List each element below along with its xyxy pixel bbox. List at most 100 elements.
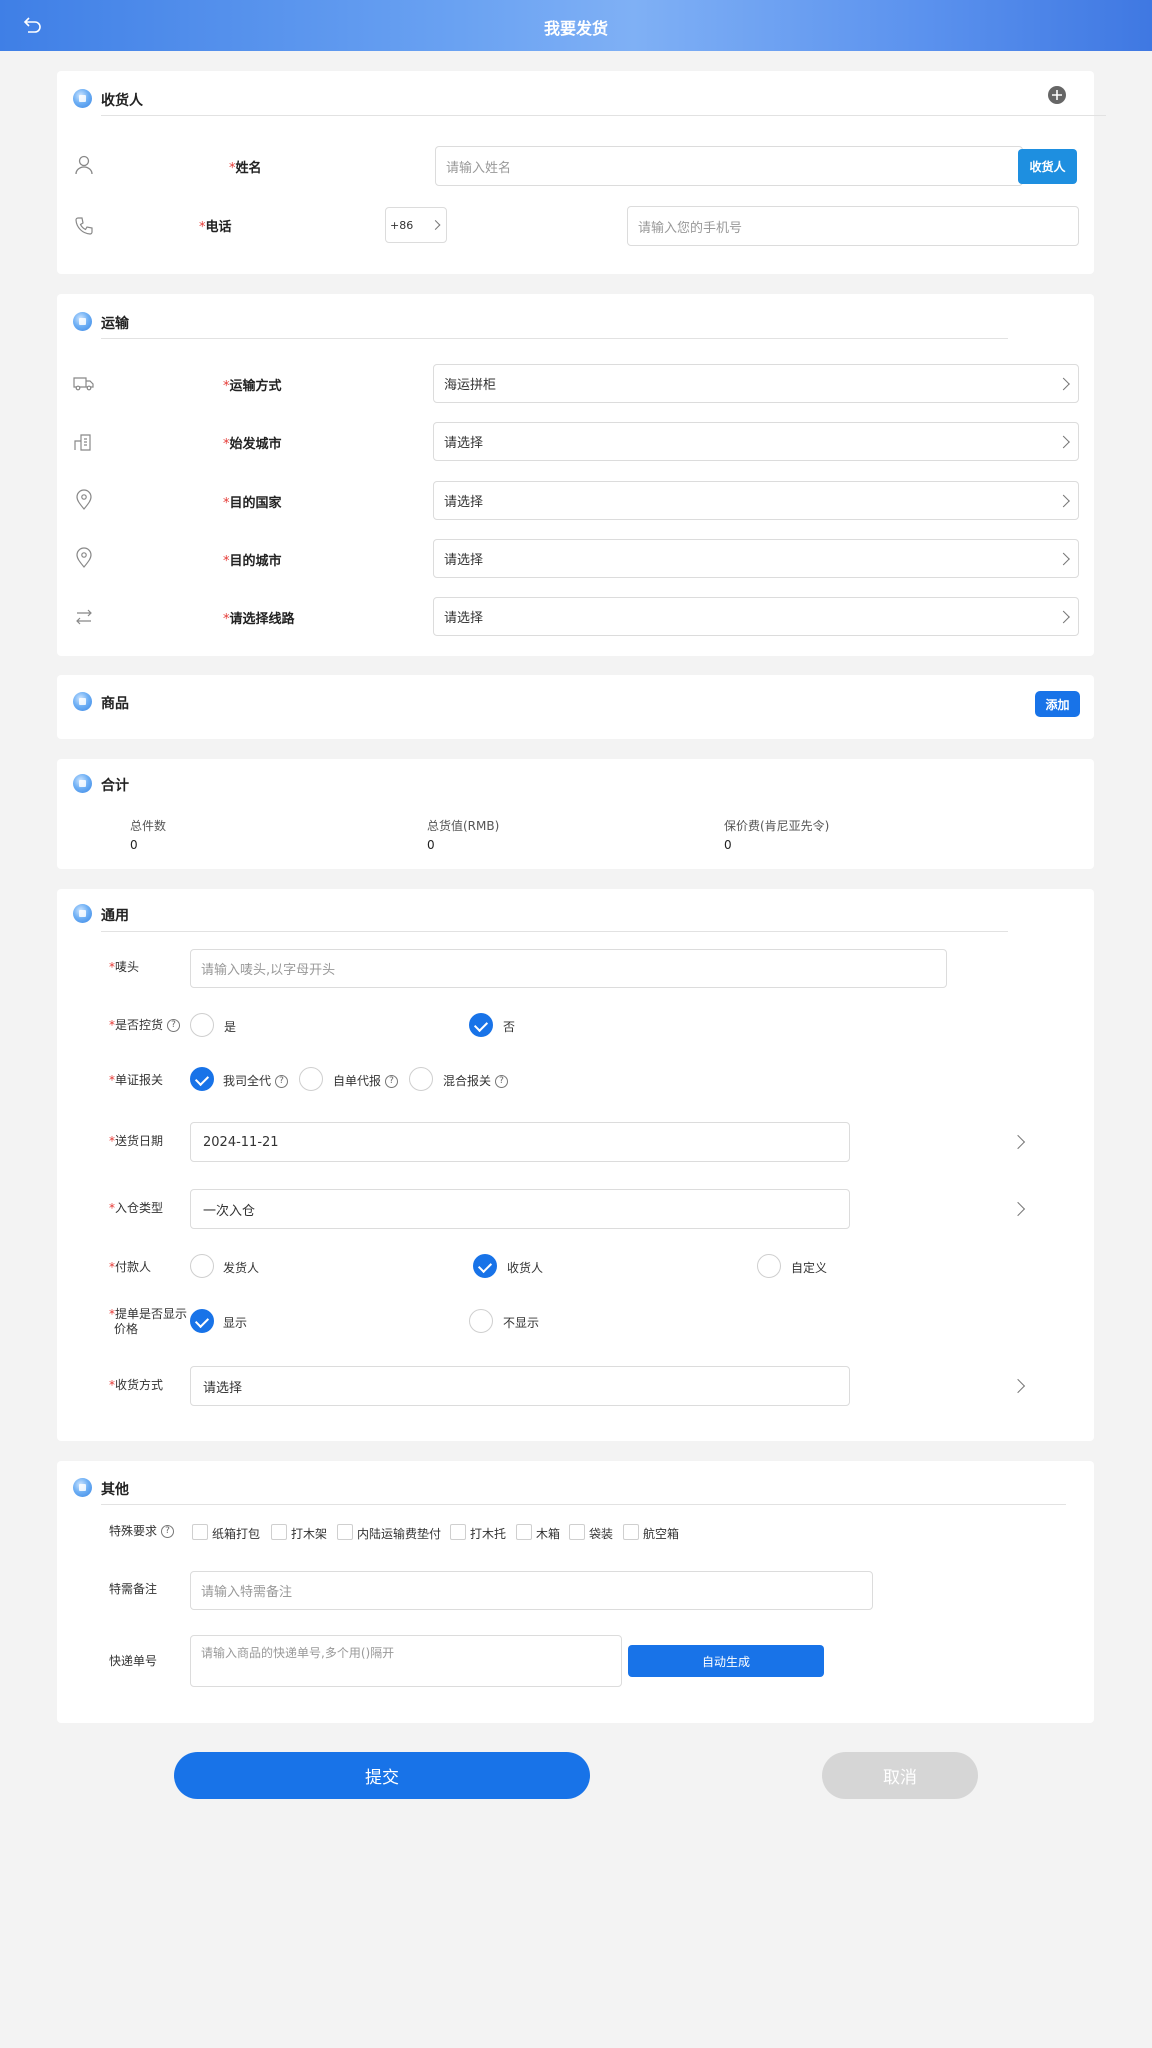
collect-no-label: 否: [503, 1020, 516, 1034]
help-icon[interactable]: ?: [161, 1525, 175, 1538]
receive-method-input[interactable]: 请选择: [190, 1366, 850, 1406]
goods-section-icon: [73, 692, 92, 711]
mark-label: *唛头: [109, 960, 140, 974]
transport-method-select[interactable]: 海运拼柜: [433, 364, 1079, 403]
add-circle-icon[interactable]: [1047, 85, 1067, 105]
help-icon[interactable]: ?: [275, 1075, 289, 1088]
total-value-value: 0: [427, 838, 435, 852]
phone-label: *电话: [199, 220, 232, 235]
tracking-label: 快递单号: [109, 1654, 158, 1668]
dest-country-select[interactable]: 请选择: [433, 481, 1079, 520]
special-option-checkbox[interactable]: [192, 1524, 208, 1540]
payer-shipper-label: 发货人: [223, 1261, 260, 1275]
remark-label: 特需备注: [109, 1582, 158, 1596]
general-section-icon: [73, 904, 92, 923]
general-section-title: 通用: [101, 908, 129, 924]
transport-label: *运输方式: [223, 379, 282, 394]
special-option-label: 内陆运输费垫付: [357, 1527, 442, 1541]
show-price-yes-radio[interactable]: [190, 1309, 214, 1333]
total-count-value: 0: [130, 838, 138, 852]
special-option-checkbox[interactable]: [337, 1524, 353, 1540]
location-pin-icon: [76, 547, 92, 568]
collect-no-radio[interactable]: [469, 1013, 493, 1037]
add-goods-button[interactable]: 添加: [1035, 691, 1080, 717]
payer-custom-label: 自定义: [791, 1261, 828, 1275]
special-option-label: 航空箱: [643, 1527, 680, 1541]
delivery-date-input[interactable]: 2024-11-21: [190, 1122, 850, 1162]
goods-card: 商品 添加: [57, 675, 1094, 739]
total-card: 合计 总件数 0 总货值(RMB) 0 保价费(肯尼亚先令) 0: [57, 759, 1094, 869]
chevron-right-icon: [1057, 610, 1070, 623]
general-card: 通用 *唛头 请输入唛头,以字母开头 *是否控货? 是 否 *单证报关 我司全代…: [57, 889, 1094, 1441]
help-icon[interactable]: ?: [495, 1075, 509, 1088]
transport-card: 运输 *运输方式 海运拼柜 *始发城市 请选择 *目的国家 请选择 *目的城市 …: [57, 294, 1094, 656]
dest-city-value: 请选择: [444, 553, 484, 568]
dest-country-value: 请选择: [444, 495, 484, 510]
payer-shipper-radio[interactable]: [190, 1254, 214, 1278]
customs-opt1-label: 我司全代?: [223, 1072, 289, 1089]
chevron-right-icon: [1057, 552, 1070, 565]
transport-method-value: 海运拼柜: [444, 378, 497, 393]
country-code-select[interactable]: +86: [385, 207, 447, 243]
building-icon: [74, 434, 91, 451]
special-option-label: 打木托: [470, 1527, 507, 1541]
special-option-label: 木箱: [536, 1527, 561, 1541]
special-option-checkbox[interactable]: [516, 1524, 532, 1540]
show-price-no-radio[interactable]: [469, 1309, 493, 1333]
special-label: 特殊要求?: [109, 1524, 175, 1539]
chevron-right-icon: [1057, 377, 1070, 390]
dest-country-label: *目的国家: [223, 496, 282, 511]
special-option-checkbox[interactable]: [623, 1524, 639, 1540]
auto-generate-button[interactable]: 自动生成: [628, 1645, 824, 1677]
special-option-checkbox[interactable]: [271, 1524, 287, 1540]
show-price-label: *提单是否显示 价格: [109, 1307, 188, 1336]
customs-opt2-label: 自单代报?: [333, 1072, 399, 1089]
total-count-label: 总件数: [130, 819, 167, 833]
chevron-right-icon: [1057, 494, 1070, 507]
name-input[interactable]: 请输入姓名: [435, 146, 1023, 186]
customs-opt3-radio[interactable]: [409, 1067, 433, 1091]
tracking-input[interactable]: 请输入商品的快递单号,多个用()隔开: [190, 1635, 622, 1687]
pick-consignee-button[interactable]: 收货人: [1018, 149, 1077, 184]
customs-label: *单证报关: [109, 1073, 164, 1087]
truck-icon: [73, 377, 94, 391]
consignee-section-title: 收货人: [101, 93, 143, 109]
remark-input[interactable]: 请输入特需备注: [190, 1571, 873, 1610]
collect-label: *是否控货?: [109, 1018, 181, 1033]
phone-input[interactable]: 请输入您的手机号: [627, 206, 1079, 246]
customs-opt1-radio[interactable]: [190, 1067, 214, 1091]
transport-section-title: 运输: [101, 316, 129, 332]
insurance-fee-label: 保价费(肯尼亚先令): [724, 819, 830, 833]
cancel-button[interactable]: 取消: [822, 1752, 978, 1799]
chevron-right-icon[interactable]: [1010, 1378, 1026, 1394]
receive-method-label: *收货方式: [109, 1378, 164, 1392]
insurance-fee-value: 0: [724, 838, 732, 852]
chevron-right-icon: [1057, 435, 1070, 448]
customs-opt3-label: 混合报关?: [443, 1072, 509, 1089]
origin-city-label: *始发城市: [223, 437, 282, 452]
special-option-label: 纸箱打包: [212, 1527, 261, 1541]
total-section-icon: [73, 774, 92, 793]
submit-button[interactable]: 提交: [174, 1752, 590, 1799]
special-option-checkbox[interactable]: [569, 1524, 585, 1540]
warehouse-type-input[interactable]: 一次入仓: [190, 1189, 850, 1229]
origin-city-select[interactable]: 请选择: [433, 422, 1079, 461]
payer-custom-radio[interactable]: [757, 1254, 781, 1278]
route-select[interactable]: 请选择: [433, 597, 1079, 636]
help-icon[interactable]: ?: [385, 1075, 399, 1088]
customs-opt2-radio[interactable]: [299, 1067, 323, 1091]
consignee-card: 收货人 *姓名 请输入姓名 收货人 *电话 +86 请输入您的手机号: [57, 71, 1106, 274]
payer-consignee-radio[interactable]: [473, 1254, 497, 1278]
help-icon[interactable]: ?: [167, 1019, 181, 1032]
collect-yes-radio[interactable]: [190, 1013, 214, 1037]
section-divider: [101, 931, 1008, 932]
chevron-right-icon[interactable]: [1010, 1201, 1026, 1217]
special-option-checkbox[interactable]: [450, 1524, 466, 1540]
mark-input[interactable]: 请输入唛头,以字母开头: [190, 949, 947, 988]
country-code-value: +86: [390, 218, 414, 232]
chevron-right-icon[interactable]: [1010, 1134, 1026, 1150]
other-section-title: 其他: [101, 1482, 129, 1498]
dest-city-select[interactable]: 请选择: [433, 539, 1079, 578]
dest-city-label: *目的城市: [223, 554, 282, 569]
other-section-icon: [73, 1478, 92, 1497]
